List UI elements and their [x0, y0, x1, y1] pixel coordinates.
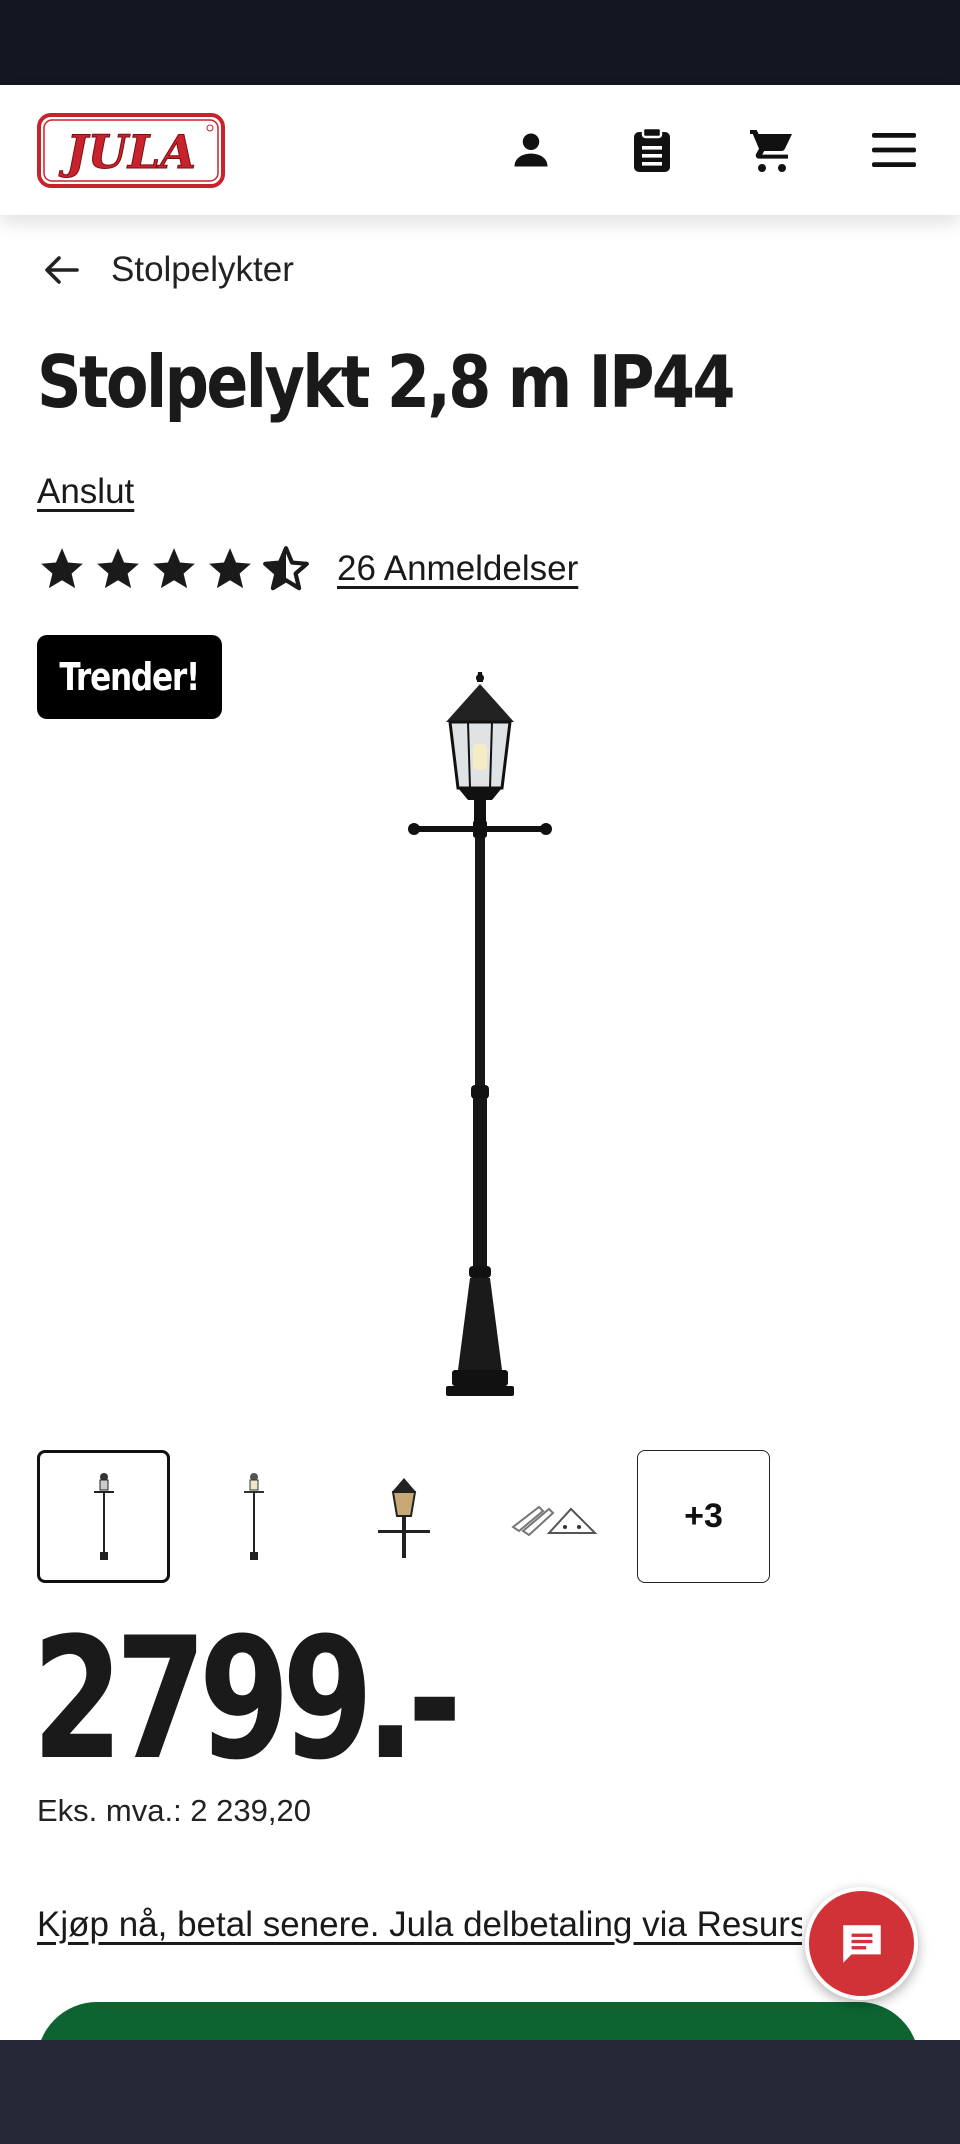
thumbnail-gallery: +3: [37, 1450, 770, 1583]
star-full-icon: [209, 548, 251, 589]
system-navigation-bar: [0, 2040, 960, 2144]
product-rating[interactable]: 26 Anmeldelser: [37, 540, 578, 598]
status-bar: [0, 0, 960, 85]
thumbnail-2[interactable]: [187, 1450, 320, 1583]
cart-icon[interactable]: [747, 125, 797, 175]
thumbnail-3[interactable]: [337, 1450, 470, 1583]
badge-label: Trender!: [59, 655, 201, 699]
price-ex-vat: Eks. mva.: 2 239,20: [37, 1793, 311, 1828]
chat-icon: [842, 1924, 881, 1963]
arrow-left-icon[interactable]: [37, 245, 87, 295]
brand-link[interactable]: Anslut: [37, 472, 134, 512]
star-full-icon: [153, 548, 195, 589]
rating-stars: [37, 544, 311, 594]
thumbnail-4[interactable]: [487, 1450, 620, 1583]
jula-logo[interactable]: JULA: [37, 113, 225, 188]
svg-text:JULA: JULA: [58, 125, 196, 179]
site-header: JULA: [0, 85, 960, 215]
trending-badge: Trender!: [37, 635, 222, 719]
more-images-button[interactable]: +3: [637, 1450, 770, 1583]
account-icon[interactable]: [506, 125, 556, 175]
financing-link[interactable]: Kjøp nå, betal senere. Jula delbetaling …: [37, 1905, 802, 1945]
breadcrumb-label[interactable]: Stolpelykter: [111, 250, 294, 290]
thumbnail-1[interactable]: [37, 1450, 170, 1583]
product-image-lamp-post[interactable]: [380, 670, 580, 1400]
star-full-icon: [41, 548, 83, 589]
menu-icon[interactable]: [869, 125, 919, 175]
chat-button[interactable]: [805, 1887, 918, 2000]
star-full-icon: [97, 548, 139, 589]
shopping-list-icon[interactable]: [627, 125, 677, 175]
star-half-icon: [263, 546, 309, 591]
product-price: 2799.-: [32, 1601, 462, 1797]
breadcrumb[interactable]: Stolpelykter: [37, 240, 294, 300]
reviews-link[interactable]: 26 Anmeldelser: [337, 549, 578, 589]
product-title: Stolpelykt 2,8 m IP44: [37, 340, 736, 424]
